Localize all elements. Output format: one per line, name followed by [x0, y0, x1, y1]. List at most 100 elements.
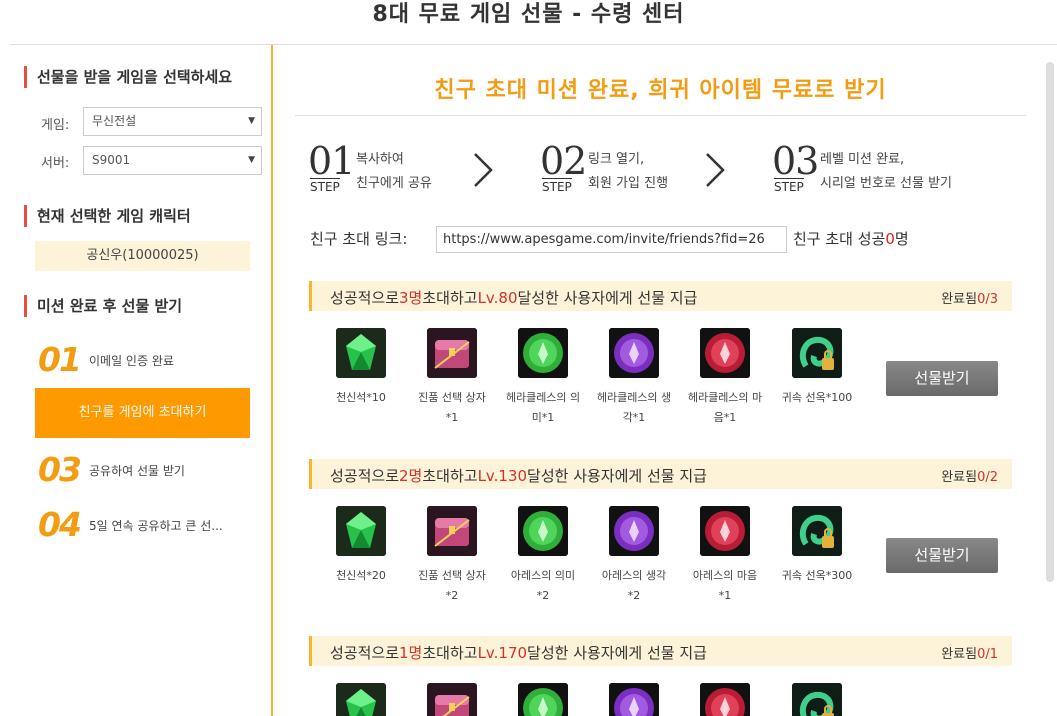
reward-item-name: 헤라클레스의 생각*1	[596, 391, 672, 424]
reward-item: 귀속 선옥*300	[777, 506, 857, 586]
invite-link-label: 친구 초대 링크:	[310, 230, 408, 248]
step-text-line1: 링크 열기,	[588, 152, 645, 167]
step-number: 04	[38, 505, 82, 544]
step-number: 03	[772, 139, 819, 183]
main-divider	[295, 115, 1026, 116]
step-caption: STEP	[310, 178, 340, 194]
reward-item: 천신석*10	[321, 328, 401, 408]
jade-lock-icon	[792, 506, 842, 556]
reward-item: 헤라클레스의 의미*1	[503, 328, 583, 428]
red-orb-icon	[700, 506, 750, 556]
step-number: 02	[540, 139, 587, 183]
reward-item-name: 귀속 선옥*100	[781, 391, 853, 404]
green-gem-icon	[336, 328, 386, 378]
reward-item: 진품 선택 상자 *2	[412, 506, 492, 606]
reward-item-name: 천신석*10	[336, 391, 386, 404]
reward-item: 귀속 선옥*100	[777, 328, 857, 408]
reward-item: 아레스의 마음 *1	[685, 506, 765, 606]
game-label: 게임:	[41, 118, 70, 133]
step-text-line2: 시리얼 번호로 선물 받기	[820, 176, 952, 191]
main-heading: 친구 초대 미션 완료, 희귀 아이템 무료로 받기	[434, 78, 887, 103]
green-orb-icon	[518, 506, 568, 556]
reward-item-name: 천신석*20	[336, 569, 386, 582]
chevron-right-icon	[474, 153, 493, 187]
jade-lock-icon	[792, 328, 842, 378]
green-gem-icon	[336, 683, 386, 716]
green-gem-icon	[336, 506, 386, 556]
reward-item	[685, 683, 765, 716]
current-character-title: 현재 선택한 게임 캐릭터	[24, 205, 191, 227]
reward-item	[503, 683, 583, 716]
select-game-title: 선물을 받을 게임을 선택하세요	[24, 66, 232, 88]
server-label: 서버:	[41, 156, 70, 171]
treasure-chest-icon	[427, 328, 477, 378]
dropdown-arrow-icon: ▼	[248, 155, 255, 165]
treasure-chest-icon	[427, 683, 477, 716]
reward-item-name: 아레스의 생각 *2	[601, 569, 667, 602]
reward-item: 아레스의 의미 *2	[503, 506, 583, 606]
tier-condition: 성공적으로2명초대하고Lv.130달성한 사용자에게 선물 지급	[330, 467, 707, 485]
reward-item-name: 아레스의 의미 *2	[510, 569, 576, 602]
tier-progress: 완료됨0/1	[941, 647, 998, 662]
reward-item-name: 귀속 선옥*300	[781, 569, 853, 582]
step-label: 5일 연속 공유하고 큰 선...	[89, 519, 223, 533]
step-caption: STEP	[774, 178, 804, 194]
server-select-value: S9001	[92, 153, 131, 167]
treasure-chest-icon	[427, 506, 477, 556]
reward-item	[412, 683, 492, 716]
reward-item	[777, 683, 857, 716]
mission-title: 미션 완료 후 선물 받기	[24, 295, 182, 317]
reward-item-name: 진품 선택 상자 *1	[418, 391, 486, 424]
reward-item: 진품 선택 상자 *1	[412, 328, 492, 428]
step-label: 이메일 인증 완료	[89, 354, 174, 368]
claim-gift-button[interactable]: 선물받기	[886, 538, 998, 573]
reward-item	[594, 683, 674, 716]
green-orb-icon	[518, 683, 568, 716]
green-orb-icon	[518, 328, 568, 378]
step-text-line1: 복사하여	[356, 152, 404, 167]
reward-item-name: 헤라클레스의 의미*1	[505, 391, 581, 424]
purple-orb-icon	[609, 506, 659, 556]
step-number: 01	[308, 139, 355, 183]
jade-lock-icon	[792, 683, 842, 716]
claim-gift-button[interactable]: 선물받기	[886, 361, 998, 396]
reward-item: 천신석*20	[321, 506, 401, 586]
reward-item-name: 헤라클레스의 마음*1	[687, 391, 763, 424]
step-text-line1: 레벨 미션 완료,	[820, 152, 905, 167]
success-suffix: 명	[894, 230, 909, 248]
invite-success-count: 친구 초대 성공0명	[793, 228, 909, 249]
reward-item: 헤라클레스의 마음*1	[685, 328, 765, 428]
chevron-right-icon	[706, 153, 725, 187]
reward-item	[321, 683, 401, 716]
current-character: 공신우(10000025)	[35, 241, 250, 271]
reward-item-name: 진품 선택 상자 *2	[418, 569, 486, 602]
reward-tier-1-header: 성공적으로3명초대하고Lv.80달성한 사용자에게 선물 지급 완료됨0/3	[309, 281, 1012, 311]
success-prefix: 친구 초대 성공	[793, 230, 886, 248]
tier-progress: 완료됨0/2	[941, 470, 998, 485]
step-caption: STEP	[542, 178, 572, 194]
red-orb-icon	[700, 328, 750, 378]
dropdown-arrow-icon: ▼	[248, 116, 255, 126]
server-select[interactable]: S9001 ▼	[83, 146, 262, 175]
game-select[interactable]: 무신전설 ▼	[83, 107, 262, 136]
step-number: 01	[38, 340, 82, 379]
scrollbar[interactable]	[1046, 62, 1054, 582]
invite-link-input[interactable]: https://www.apesgame.com/invite/friends?…	[436, 226, 787, 253]
reward-tier-3-header: 성공적으로1명초대하고Lv.170달성한 사용자에게 선물 지급 완료됨0/1	[309, 636, 1012, 666]
purple-orb-icon	[609, 683, 659, 716]
success-number: 0	[885, 230, 895, 248]
purple-orb-icon	[609, 328, 659, 378]
sidebar: 선물을 받을 게임을 선택하세요 게임: 무신전설 ▼ 서버: S9001 ▼ …	[0, 45, 273, 716]
game-select-value: 무신전설	[92, 114, 137, 128]
page-title: 8대 무료 게임 선물 - 수령 센터	[372, 2, 685, 27]
step-number: 03	[38, 450, 82, 489]
step-label: 공유하여 선물 받기	[89, 464, 185, 478]
reward-item: 아레스의 생각 *2	[594, 506, 674, 606]
step-text-line2: 회원 가입 진행	[588, 176, 669, 191]
reward-item: 헤라클레스의 생각*1	[594, 328, 674, 428]
step-text-line2: 친구에게 공유	[356, 176, 432, 191]
tier-progress: 완료됨0/3	[941, 292, 998, 307]
tier-condition: 성공적으로1명초대하고Lv.170달성한 사용자에게 선물 지급	[330, 644, 707, 662]
invite-friends-button[interactable]: 친구를 게임에 초대하기	[35, 388, 250, 438]
reward-tier-2-header: 성공적으로2명초대하고Lv.130달성한 사용자에게 선물 지급 완료됨0/2	[309, 459, 1012, 489]
